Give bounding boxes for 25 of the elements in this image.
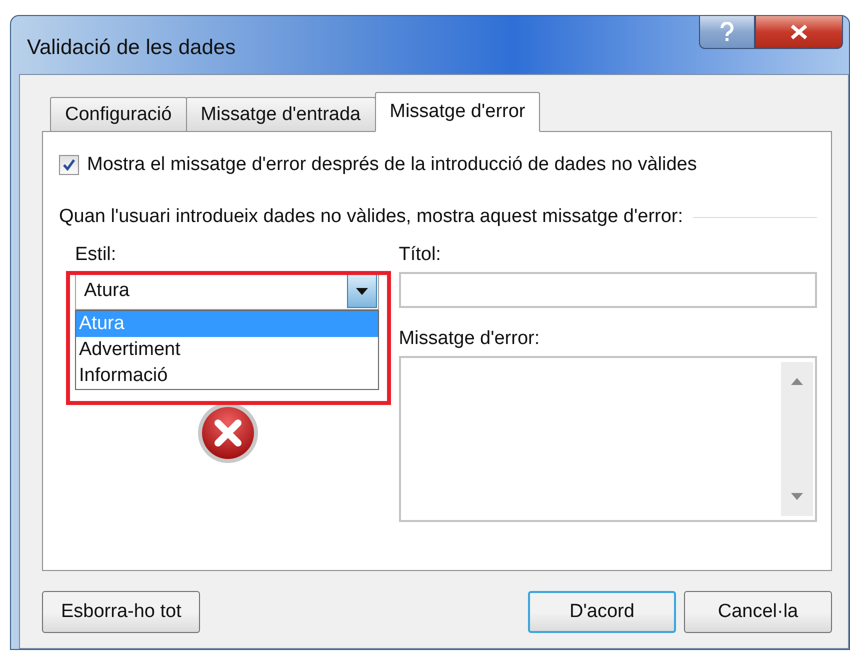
check-icon xyxy=(62,158,76,172)
title-label: Títol: xyxy=(398,244,442,266)
tab[interactable]: Configuració xyxy=(50,97,187,131)
help-button[interactable] xyxy=(699,16,755,49)
section-label: Quan l'usuari introdueix dades no vàlides, mostra aquest missatge d'error: xyxy=(59,206,684,228)
caret-icon xyxy=(356,288,368,294)
tab[interactable]: Missatge d'entrada xyxy=(186,97,376,131)
scroll-up-icon xyxy=(791,378,803,385)
style-label: Estil: xyxy=(75,244,118,266)
checkbox-label: Mostra el missatge d'error després de la introducció de dades no vàlides xyxy=(87,154,697,176)
checkbox[interactable] xyxy=(59,155,79,175)
window-title: Validació de les dades xyxy=(27,36,236,60)
scrollbar[interactable] xyxy=(781,362,813,516)
title-input[interactable] xyxy=(398,272,817,308)
dialog-button[interactable]: Cancel·la xyxy=(684,591,832,633)
dialog-button[interactable]: D'acord xyxy=(528,591,676,633)
scroll-down-icon xyxy=(791,493,803,500)
dialog-button[interactable]: Esborra-ho tot xyxy=(42,591,200,633)
close-icon xyxy=(790,24,808,40)
tab[interactable]: Missatge d'error xyxy=(374,92,540,132)
message-label: Missatge d'error: xyxy=(398,328,541,350)
close-button[interactable] xyxy=(755,16,843,49)
style-dropdown[interactable]: Atura xyxy=(75,272,379,310)
help-icon xyxy=(720,22,734,42)
error-icon xyxy=(197,402,259,464)
